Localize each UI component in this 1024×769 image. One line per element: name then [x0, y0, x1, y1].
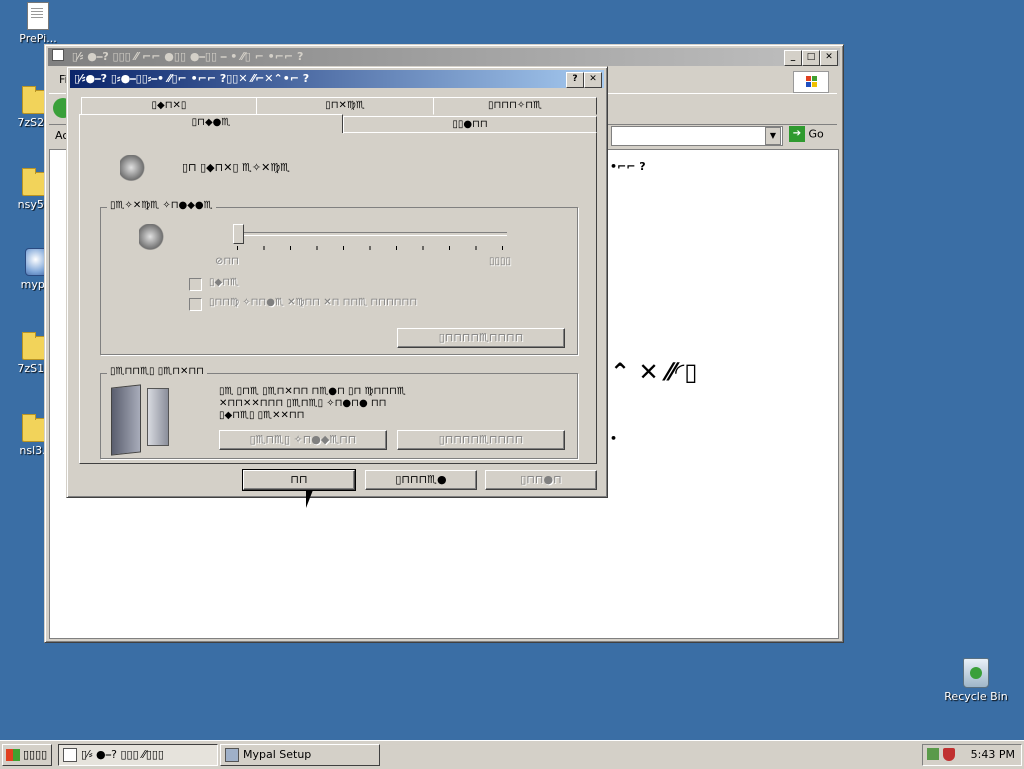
mouse-cursor-icon [306, 490, 313, 508]
document-icon [27, 2, 49, 30]
sound-properties-dialog: ▯⁄⸗●⎯? ▯⸗●⎯▯▯⸗⎯• ⁄⁄▯⌐ •⌐⌐ ?▯▯✕ ⁄⁄⌐✕⌃•⌐ ?… [66, 66, 608, 498]
minimize-button[interactable]: _ [784, 50, 802, 66]
dialog-title: ▯⁄⸗●⎯? ▯⸗●⎯▯▯⸗⎯• ⁄⁄▯⌐ •⌐⌐ ?▯▯✕ ⁄⁄⌐✕⌃•⌐ ? [74, 72, 310, 85]
speaker-icon [139, 224, 167, 252]
volume-slider-track[interactable] [237, 232, 507, 236]
address-input[interactable] [611, 126, 783, 146]
system-tray: 5:43 PM [922, 744, 1022, 766]
recycle-bin-icon [963, 658, 989, 688]
apply-button[interactable]: ▯⊓⊓●⊓ [485, 470, 597, 490]
speaker-text-line-3: ▯◆⊓♏▯ ▯♏✕✕⊓⊓ [219, 410, 305, 421]
speaker-volume-button[interactable]: ▯♏⊓♏▯ ✧⊓●◆♏⊓⊓ [219, 430, 387, 450]
slider-low-label: ⊘⊓⊓ [215, 256, 239, 267]
windows-logo-icon [793, 71, 829, 93]
advanced-volume-button[interactable]: ▯⊓⊓⊓⊓♏⊓⊓⊓⊓ [397, 328, 565, 348]
speakers-icon-right [147, 388, 169, 446]
taskbar-icon-label: ▯⊓⊓♍ ✧⊓⊓●♏ ✕♍⊓⊓ ✕⊓ ⊓⊓♏ ⊓⊓⊓⊓⊓⊓ [209, 297, 418, 308]
taskbar-task-explorer[interactable]: ▯⁄⸗ ●⎯? ▯▯▯ ⁄⁄▯▯▯ [58, 744, 218, 766]
slider-high-label: ▯▯▯▯ [489, 256, 512, 267]
speakers-icon [111, 384, 141, 456]
content-bullet: • [610, 432, 618, 445]
content-text: •⌐⌐ ? [610, 160, 646, 173]
close-button[interactable]: ✕ [584, 72, 602, 88]
speaker-icon [120, 155, 148, 183]
advanced-speaker-button[interactable]: ▯⊓⊓⊓⊓♏⊓⊓⊓⊓ [397, 430, 565, 450]
speaker-text-line-2: ✕⊓⊓✕✕⊓⊓⊓ ▯♏⊓♏▯ ✧⊓●⊓● ⊓⊓ [219, 398, 387, 409]
ok-button[interactable]: ⊓⊓ [242, 469, 356, 491]
tab-3[interactable]: ▯⊓⊓⊓✧⊓♏ [433, 97, 597, 115]
tab-1[interactable]: ▯◆⊓✕▯ [81, 97, 257, 115]
network-icon[interactable] [927, 748, 939, 760]
volume-slider-thumb[interactable] [233, 224, 244, 244]
mute-label: ▯◆⊓♏ [209, 277, 239, 288]
desktop-icon-recycle-bin[interactable]: Recycle Bin [940, 658, 1012, 703]
desktop-icon-prepi[interactable]: PrePi... [8, 2, 68, 45]
start-button[interactable]: ▯▯▯▯ [2, 744, 52, 766]
go-label: Go [808, 127, 824, 141]
content-heading: ⌃ ✕ ⁄⁄◜▯ [610, 358, 698, 386]
windows-logo-icon [6, 749, 20, 761]
speaker-settings-group: ▯♏⊓⊓♏▯ ▯♏⊓✕⊓⊓ ▯♏ ▯⊓♏ ▯♏⊓✕⊓⊓ ⊓♏●⊓ ▯⊓ ♍⊓⊓⊓… [100, 366, 578, 459]
tab-volume[interactable]: ▯⊓◆●♏ [79, 114, 343, 133]
maximize-button[interactable]: □ [802, 50, 820, 66]
go-arrow-icon: ➔ [789, 126, 805, 142]
device-volume-group: ▯♏✧✕♍♏ ✧⊓●◆●♏ ⊘⊓⊓ ▯▯▯▯ ▯◆⊓♏ ▯⊓⊓♍ ✧⊓⊓●♏ ✕… [100, 200, 578, 355]
device-label: ▯⊓ ▯◆⊓✕▯ ♏✧✕♍♏ [182, 161, 291, 174]
dialog-titlebar[interactable]: ▯⁄⸗●⎯? ▯⸗●⎯▯▯⸗⎯• ⁄⁄▯⌐ •⌐⌐ ?▯▯✕ ⁄⁄⌐✕⌃•⌐ ?… [70, 70, 604, 88]
clock[interactable]: 5:43 PM [971, 748, 1015, 761]
close-button[interactable]: ✕ [820, 50, 838, 66]
explorer-title: ▯⁄⸗ ●⎯? ▯▯▯ ⁄⁄ ⌐⌐ ●▯▯ ●⎯▯▯ ⎯ • ⁄⁄▯ ⌐ •⌐⌐… [71, 50, 304, 63]
window-icon [63, 748, 77, 762]
go-button[interactable]: ➔ Go [789, 126, 835, 144]
taskbar-icon-checkbox[interactable] [189, 298, 202, 311]
tab-2[interactable]: ▯⊓✕♍♏ [256, 97, 434, 115]
help-button[interactable]: ? [566, 72, 584, 88]
taskbar-task-mypal-setup[interactable]: Mypal Setup [220, 744, 380, 766]
mute-checkbox[interactable] [189, 278, 202, 291]
slider-ticks [237, 246, 507, 250]
speaker-text-line-1: ▯♏ ▯⊓♏ ▯♏⊓✕⊓⊓ ⊓♏●⊓ ▯⊓ ♍⊓⊓⊓♏ [219, 386, 406, 397]
tab-panel: ▯⊓ ▯◆⊓✕▯ ♏✧✕♍♏ ▯♏✧✕♍♏ ✧⊓●◆●♏ ⊘⊓⊓ ▯▯▯▯ ▯◆… [79, 132, 597, 464]
taskbar: ▯▯▯▯ ▯⁄⸗ ●⎯? ▯▯▯ ⁄⁄▯▯▯ Mypal Setup 5:43 … [0, 740, 1024, 769]
setup-icon [225, 748, 239, 762]
address-dropdown-button[interactable]: ▼ [765, 127, 781, 145]
explorer-titlebar[interactable]: ▯⁄⸗ ●⎯? ▯▯▯ ⁄⁄ ⌐⌐ ●▯▯ ●⎯▯▯ ⎯ • ⁄⁄▯ ⌐ •⌐⌐… [48, 48, 840, 66]
security-shield-icon[interactable] [943, 748, 955, 761]
cancel-button[interactable]: ▯⊓⊓⊓♏● [365, 470, 477, 490]
window-icon [52, 49, 64, 61]
